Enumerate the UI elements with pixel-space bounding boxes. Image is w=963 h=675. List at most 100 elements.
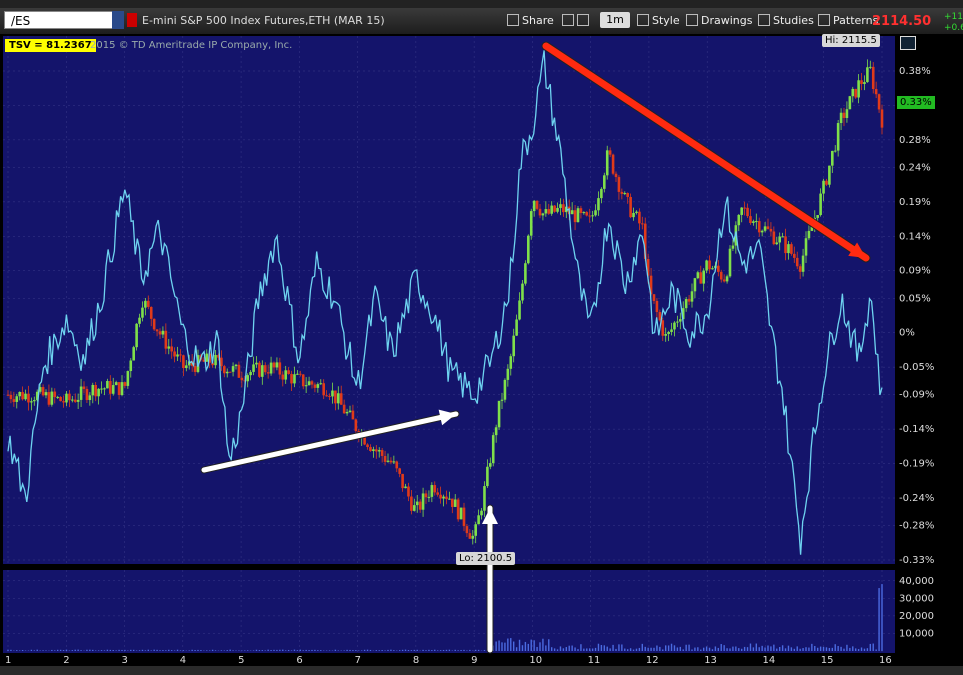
studies-label: Studies [773, 14, 814, 27]
price-tick-label: 0.05% [899, 293, 931, 304]
candle-body [290, 373, 293, 384]
candle-body [719, 271, 723, 280]
candle-body [518, 300, 521, 320]
studies-button[interactable]: Studies [758, 12, 814, 29]
main-panel [3, 36, 895, 564]
price-chart[interactable]: 0.38% 0.33% 0.28% 0.24% 0.19% 0.14% 0.09% 0.05%… [0, 34, 963, 666]
symbol-input[interactable]: /ES [4, 11, 122, 29]
candle-body [299, 373, 302, 375]
candle-body [220, 357, 223, 367]
candle-body [608, 150, 612, 155]
candle-body [21, 391, 24, 400]
share-button[interactable]: Share [507, 12, 554, 29]
price-tick-label: 0.28% [899, 135, 931, 146]
time-tick-label: 14 [762, 655, 775, 666]
candle-body [532, 200, 536, 212]
candle-body [690, 291, 694, 302]
candle-body [94, 384, 97, 397]
symbol-dropdown-icon[interactable] [112, 11, 124, 29]
patterns-button[interactable]: Patterns [818, 12, 878, 29]
candle-body [82, 386, 86, 389]
time-tick-label: 15 [821, 655, 834, 666]
candle-body [424, 493, 428, 498]
candle-body [354, 419, 358, 432]
candle-body [100, 388, 103, 390]
flask-icon [758, 14, 770, 26]
candle-body [319, 383, 323, 385]
candle-body [430, 485, 434, 497]
timeframe-button[interactable]: 1m [600, 12, 630, 28]
expand-icon[interactable] [900, 36, 916, 50]
candle-body [386, 460, 390, 462]
candle-body [486, 466, 489, 487]
candle-body [623, 193, 627, 195]
volume-tick-label: 40,000 [899, 576, 934, 587]
candle-body [559, 204, 562, 208]
net-change: +11. [944, 12, 963, 22]
price-tick-label: 0.24% [899, 162, 931, 173]
candle-body [869, 66, 872, 68]
candle-body [263, 365, 267, 373]
candle-body [579, 208, 583, 213]
candle-body [731, 245, 735, 249]
candle-body [798, 266, 802, 272]
candle-body [103, 388, 106, 390]
candle-body [550, 205, 553, 214]
candle-body [126, 371, 130, 386]
candle-body [246, 375, 249, 382]
candle-body [591, 215, 594, 217]
candle-body [833, 150, 837, 152]
price-tick-label: 0.09% [899, 266, 931, 277]
candle-body [851, 88, 855, 97]
time-tick-label: 16 [879, 655, 892, 666]
drawings-button[interactable]: Drawings [686, 12, 752, 29]
candle-body [509, 356, 513, 369]
candle-body [237, 364, 241, 378]
candle-body [158, 331, 162, 335]
candle-body [164, 330, 168, 349]
candle-body [392, 461, 396, 463]
candle-body [804, 238, 808, 256]
candle-body [655, 300, 659, 313]
candle-body [413, 505, 416, 511]
price-tick-label: 0.19% [899, 197, 931, 208]
price-tick-label: -0.28% [899, 521, 934, 532]
candle-body [512, 335, 515, 357]
candle-body [448, 498, 451, 500]
candle-body [301, 374, 305, 387]
study-label[interactable]: TSV = 81.2367 [5, 39, 96, 52]
candle-body [120, 382, 124, 396]
candle-body [693, 278, 697, 292]
candle-body [6, 394, 10, 396]
candle-body [790, 244, 793, 254]
candle-body [176, 354, 179, 357]
candle-body [225, 371, 229, 374]
candle-body [398, 468, 401, 474]
candle-body [281, 374, 285, 380]
candle-body [231, 366, 235, 372]
candle-body [588, 215, 591, 217]
candle-body [348, 410, 352, 412]
price-tick-label: 0.14% [899, 231, 931, 242]
tools-button[interactable] [562, 12, 592, 29]
candle-body [816, 215, 819, 218]
candle-body [88, 395, 92, 401]
candle-body [377, 450, 381, 452]
candle-body [854, 88, 857, 98]
pencil-icon [686, 14, 698, 26]
flag-icon[interactable] [127, 13, 137, 27]
candle-body [740, 207, 743, 215]
candle-body [296, 373, 299, 375]
style-button[interactable]: Style [637, 12, 680, 29]
candle-body [775, 242, 779, 245]
candle-body [468, 533, 472, 539]
candle-body [351, 410, 355, 420]
candle-body [85, 388, 89, 401]
candle-body [453, 499, 457, 507]
candle-body [123, 382, 127, 386]
candle-body [445, 496, 448, 500]
candle-body [293, 374, 296, 384]
candle-body [167, 346, 171, 349]
price-tick-label: 0.38% [899, 66, 931, 77]
candle-body [76, 399, 80, 402]
